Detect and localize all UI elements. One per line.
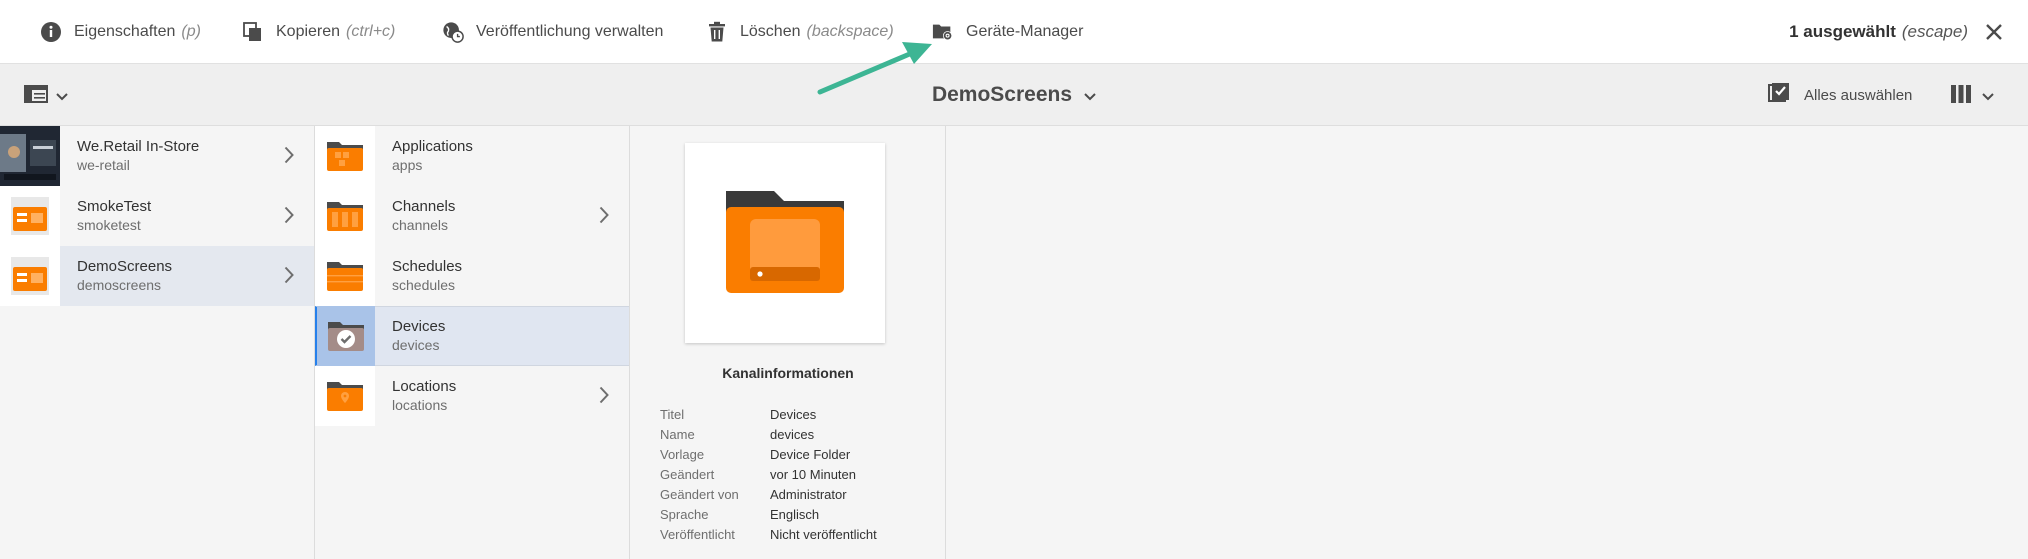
- page-title-text: DemoScreens: [931, 83, 1073, 106]
- chevron-right-icon[interactable]: [599, 206, 609, 229]
- view-switcher[interactable]: [1950, 84, 1994, 109]
- list-item-locations[interactable]: Locations locations: [315, 366, 629, 426]
- device-manager-label: Geräte-Manager: [966, 23, 1084, 40]
- meta-value: Englisch: [770, 506, 820, 522]
- applications-folder-icon: [315, 126, 375, 186]
- trash-icon: [706, 21, 728, 43]
- properties-hint: (p): [181, 23, 201, 40]
- device-folder-icon: [724, 187, 846, 300]
- item-title: Devices: [392, 318, 446, 335]
- delete-button[interactable]: Löschen (backspace): [706, 0, 894, 64]
- item-title: DemoScreens: [77, 258, 173, 275]
- list-item-schedules[interactable]: Schedules schedules: [315, 246, 629, 306]
- chevron-right-icon[interactable]: [284, 206, 294, 229]
- item-name: channels: [392, 217, 449, 233]
- item-title: Channels: [392, 198, 456, 215]
- selection-hint: (escape): [1901, 22, 1968, 41]
- meta-row: Geändert von Administrator: [660, 484, 877, 504]
- selection-count: 1 ausgewählt: [1789, 22, 1896, 41]
- properties-label: Eigenschaften: [74, 23, 176, 40]
- delete-label: Löschen: [740, 23, 801, 40]
- devices-folder-selected-icon: [317, 306, 375, 366]
- selection-status: 1 ausgewählt (escape): [1789, 0, 1968, 64]
- meta-key: Name: [660, 426, 695, 442]
- locations-folder-icon: [315, 366, 375, 426]
- chevron-down-icon: [1084, 83, 1096, 107]
- column-projects: We.Retail In-Store we-retail SmokeTest s…: [0, 126, 315, 559]
- item-name: devices: [392, 337, 440, 353]
- checkbox-multi-icon: [1768, 82, 1790, 108]
- we-retail-thumbnail: [0, 126, 60, 186]
- select-all-button[interactable]: Alles auswählen: [1768, 82, 1912, 108]
- chevron-right-icon[interactable]: [284, 146, 294, 169]
- list-item-demoscreens[interactable]: DemoScreens demoscreens: [0, 246, 314, 306]
- page-title[interactable]: DemoScreens: [0, 64, 2028, 126]
- properties-button[interactable]: Eigenschaften (p): [40, 0, 201, 64]
- demoscreens-thumbnail: [0, 246, 60, 306]
- item-name: locations: [392, 397, 448, 413]
- copy-label: Kopieren: [276, 23, 341, 40]
- item-title: We.Retail In-Store: [77, 138, 200, 155]
- copy-icon: [242, 21, 264, 43]
- item-name: apps: [392, 157, 423, 173]
- preview-heading: Kanalinformationen: [722, 365, 854, 381]
- meta-row: Geändert vor 10 Minuten: [660, 464, 877, 484]
- channels-folder-icon: [315, 186, 375, 246]
- meta-key: Sprache: [660, 506, 709, 522]
- item-name: we-retail: [77, 157, 130, 173]
- folder-gear-icon: [932, 21, 954, 43]
- action-bar: Eigenschaften (p) Kopieren (ctrl+c) Verö…: [0, 0, 2028, 64]
- meta-row: Name devices: [660, 424, 877, 444]
- item-name: demoscreens: [77, 277, 162, 293]
- meta-key: Titel: [660, 406, 685, 422]
- meta-key: Geändert von: [660, 486, 739, 502]
- meta-row: Titel Devices: [660, 404, 877, 424]
- list-item-channels[interactable]: Channels channels: [315, 186, 629, 246]
- meta-row: Vorlage Device Folder: [660, 444, 877, 464]
- meta-value: Device Folder: [770, 446, 851, 462]
- meta-value: vor 10 Minuten: [770, 466, 856, 482]
- preview-card: [685, 143, 885, 343]
- item-name: smoketest: [77, 217, 141, 233]
- item-title: Locations: [392, 378, 457, 395]
- item-title: SmokeTest: [77, 198, 152, 215]
- meta-value: Devices: [770, 406, 817, 422]
- close-icon[interactable]: [1982, 20, 2006, 44]
- meta-key: Geändert: [660, 466, 715, 482]
- meta-row: Veröffentlicht Nicht veröffentlicht: [660, 524, 877, 544]
- list-item-we-retail[interactable]: We.Retail In-Store we-retail: [0, 126, 314, 186]
- title-bar: DemoScreens Alles auswählen: [0, 64, 2028, 126]
- manage-publication-button[interactable]: Veröffentlichung verwalten: [442, 0, 663, 64]
- copy-hint: (ctrl+c): [346, 23, 396, 40]
- list-item-applications[interactable]: Applications apps: [315, 126, 629, 186]
- meta-row: Sprache Englisch: [660, 504, 877, 524]
- list-item-devices[interactable]: Devices devices: [315, 306, 629, 366]
- select-all-label: Alles auswählen: [1804, 86, 1913, 104]
- list-item-smoketest[interactable]: SmokeTest smoketest: [0, 186, 314, 246]
- item-title: Applications: [392, 138, 473, 155]
- meta-value: Nicht veröffentlicht: [770, 526, 877, 542]
- preview-panel: Kanalinformationen Titel Devices Name devi…: [630, 126, 946, 559]
- chevron-right-icon[interactable]: [284, 266, 294, 289]
- meta-value: devices: [770, 426, 815, 442]
- copy-button[interactable]: Kopieren (ctrl+c): [242, 0, 395, 64]
- chevron-down-icon: [1982, 88, 1994, 106]
- column-view-icon: [1950, 84, 1972, 109]
- item-title: Schedules: [392, 258, 463, 275]
- column-demoscreens: Applications apps Channels channels Sche…: [315, 126, 630, 559]
- schedules-folder-icon: [315, 246, 375, 306]
- meta-key: Vorlage: [660, 446, 705, 462]
- delete-hint: (backspace): [806, 23, 894, 40]
- manage-publication-label: Veröffentlichung verwalten: [476, 23, 664, 40]
- meta-key: Veröffentlicht: [660, 526, 735, 542]
- device-manager-button[interactable]: Geräte-Manager: [932, 0, 1083, 64]
- info-icon: [40, 21, 62, 43]
- meta-value: Administrator: [770, 486, 847, 502]
- globe-clock-icon: [442, 21, 464, 43]
- smoketest-thumbnail: [0, 186, 60, 246]
- item-name: schedules: [392, 277, 456, 293]
- chevron-right-icon[interactable]: [599, 386, 609, 409]
- preview-metadata: Titel Devices Name devices Vorlage Device F…: [660, 404, 877, 544]
